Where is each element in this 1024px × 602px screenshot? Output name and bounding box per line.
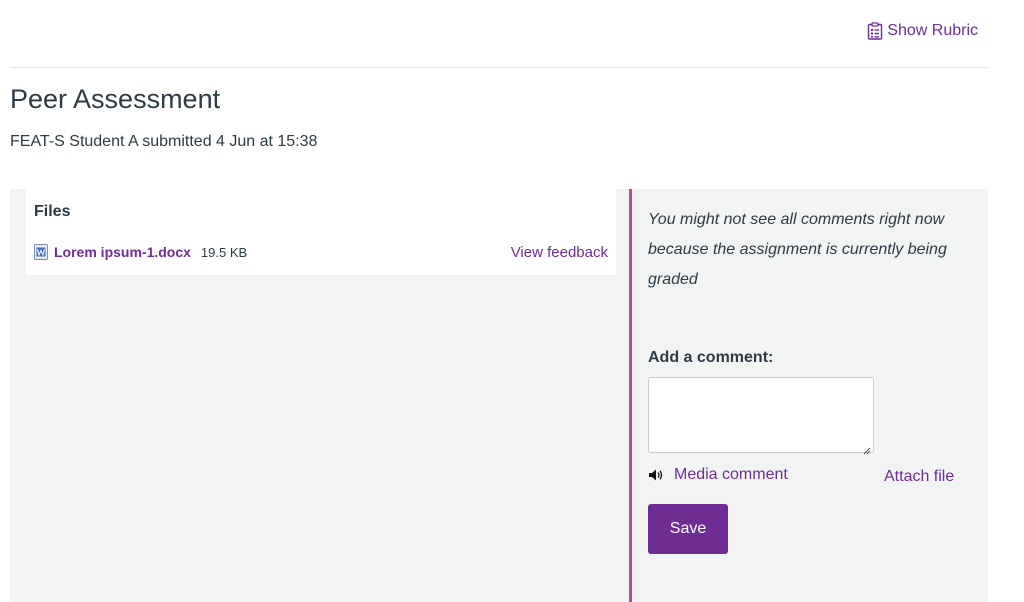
word-document-icon (34, 244, 48, 260)
save-button[interactable]: Save (648, 504, 728, 554)
file-size: 19.5 KB (200, 244, 248, 260)
top-bar: Show Rubric (10, 0, 988, 68)
show-rubric-label[interactable]: Show Rubric (887, 22, 978, 40)
comment-textarea[interactable] (648, 377, 874, 453)
submission-content-area: Files Lorem ipsum-1.docx 19.5 KB View fe… (10, 189, 988, 602)
submission-info: FEAT-S Student A submitted 4 Jun at 15:3… (10, 133, 318, 150)
panel-divider (629, 189, 632, 602)
comments-panel: You might not see all comments right now… (648, 189, 978, 602)
speaker-icon (648, 468, 664, 482)
attach-file-link[interactable]: Attach file (884, 468, 954, 486)
files-title: Files (34, 203, 71, 220)
grading-notice: You might not see all comments right now… (648, 211, 947, 288)
media-comment-label[interactable]: Media comment (674, 466, 788, 484)
add-comment-label: Add a comment: (648, 349, 774, 366)
media-comment-link[interactable]: Media comment (648, 466, 788, 484)
peer-assessment-page: Show Rubric Peer Assessment FEAT-S Stude… (0, 0, 1024, 602)
clipboard-icon (867, 22, 883, 40)
files-panel: Files Lorem ipsum-1.docx 19.5 KB View fe… (26, 189, 616, 275)
view-feedback-link[interactable]: View feedback (511, 244, 608, 261)
page-title: Peer Assessment (10, 84, 221, 114)
file-name-link[interactable]: Lorem ipsum-1.docx (54, 244, 191, 260)
file-row: Lorem ipsum-1.docx 19.5 KB (34, 244, 247, 260)
show-rubric-link[interactable]: Show Rubric (867, 22, 978, 40)
resize-grip-icon[interactable] (863, 442, 871, 455)
